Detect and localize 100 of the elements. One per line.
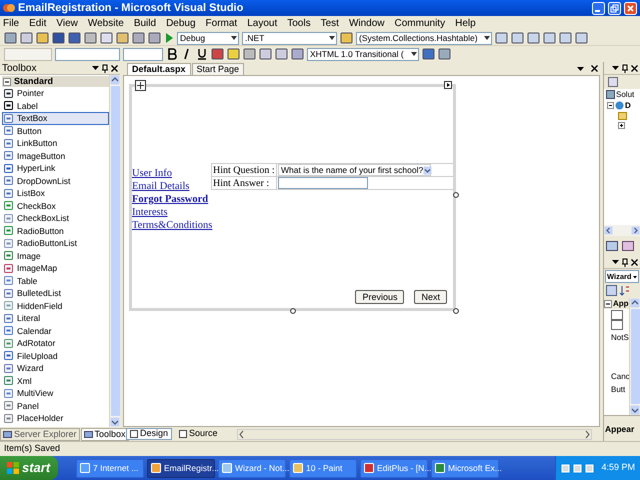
document-tab[interactable]: Start Page: [192, 63, 244, 75]
app-icon: [222, 463, 232, 473]
menu-item[interactable]: Tools: [287, 16, 311, 31]
restore-icon[interactable]: [608, 2, 621, 14]
wizard-step-link[interactable]: Email Details: [132, 180, 211, 193]
toolbox-item[interactable]: Panel: [2, 400, 109, 412]
platform-dropdown[interactable]: .NET: [242, 32, 337, 44]
toolbox-item[interactable]: CheckBox: [2, 200, 109, 212]
horizontal-scrollbar[interactable]: [604, 225, 640, 236]
menu-item[interactable]: Format: [206, 16, 238, 31]
toolbox-item[interactable]: RadioButtonList: [2, 237, 109, 250]
toolbox-item[interactable]: Button: [2, 124, 109, 137]
toolbox-item[interactable]: ImageButton: [2, 150, 109, 162]
horizontal-scrollbar[interactable]: [236, 428, 592, 440]
menu-item[interactable]: File: [3, 16, 20, 31]
menu-item[interactable]: Debug: [166, 16, 196, 31]
tree-item[interactable]: D: [625, 100, 631, 112]
scrollbar[interactable]: [629, 298, 640, 415]
toolbox-item[interactable]: Table: [2, 274, 109, 287]
menu-item[interactable]: Help: [455, 16, 476, 31]
menu-item[interactable]: Test: [320, 16, 339, 31]
combo-text: Debug: [180, 32, 206, 44]
toolbox-item[interactable]: CheckBoxList: [2, 212, 109, 224]
close-icon[interactable]: [631, 64, 638, 72]
menu-item[interactable]: Edit: [29, 16, 46, 31]
pin-icon[interactable]: [622, 64, 628, 72]
view-tab[interactable]: Design: [126, 428, 172, 440]
start-button[interactable]: start: [0, 456, 58, 480]
toolbox-item[interactable]: TextBox: [2, 112, 109, 124]
close-icon[interactable]: [591, 65, 598, 72]
resize-handle-icon[interactable]: [453, 192, 459, 198]
document-tab[interactable]: Default.aspx: [127, 63, 191, 75]
pin-icon[interactable]: [102, 64, 108, 72]
smart-tag-icon[interactable]: [444, 81, 452, 89]
caret-icon[interactable]: [92, 65, 99, 71]
bold-icon[interactable]: [166, 48, 178, 60]
view-tab[interactable]: Source: [175, 428, 222, 440]
menu-item[interactable]: Window: [348, 16, 385, 31]
wizard-step-link[interactable]: Terms&Conditions: [132, 219, 211, 232]
toolbox-item[interactable]: Wizard: [2, 362, 109, 374]
toolbox-item[interactable]: Label: [2, 100, 109, 112]
toolbox-item[interactable]: RadioButton: [2, 224, 109, 237]
expand-icon[interactable]: [618, 122, 625, 129]
toolbox-item[interactable]: HiddenField: [2, 300, 109, 312]
toolbox-item[interactable]: Image: [2, 250, 109, 262]
close-icon[interactable]: [111, 64, 118, 72]
toolbox-item[interactable]: Xml: [2, 374, 109, 387]
wizard-step-link[interactable]: Interests: [132, 206, 211, 219]
toolbox-item[interactable]: DropDownList: [2, 174, 109, 187]
wizard-button[interactable]: Next: [414, 290, 447, 304]
toolbox-item[interactable]: LinkButton: [2, 137, 109, 150]
toolbox-item[interactable]: PlaceHolder: [2, 412, 109, 424]
pin-icon[interactable]: [622, 258, 628, 266]
underline-icon[interactable]: [196, 48, 208, 60]
toolbox-item[interactable]: ListBox: [2, 187, 109, 200]
menu-item[interactable]: Website: [88, 16, 124, 31]
combo-text: .NET: [245, 32, 264, 44]
scrollbar[interactable]: [109, 75, 120, 427]
resize-handle-icon[interactable]: [290, 308, 296, 314]
dock-tab[interactable]: Toolbox: [80, 428, 129, 441]
wizard-button[interactable]: Previous: [355, 290, 404, 304]
caret-icon[interactable]: [612, 259, 619, 265]
answer-field[interactable]: [278, 177, 368, 189]
toolbox-item[interactable]: BulletedList: [2, 287, 109, 300]
sort-icon[interactable]: [619, 285, 630, 296]
menu-item[interactable]: Build: [134, 16, 156, 31]
taskbar-button[interactable]: 7 Internet ...: [76, 458, 144, 478]
caret-icon[interactable]: [577, 66, 584, 72]
question-dropdown[interactable]: What is the name of your first school?: [278, 164, 431, 176]
toolbox-item[interactable]: Pointer: [2, 87, 109, 100]
toolbox-item[interactable]: MultiView: [2, 387, 109, 400]
resize-handle-icon[interactable]: [453, 308, 459, 314]
taskbar-button[interactable]: Microsoft Ex...: [431, 458, 499, 478]
toolbox-item[interactable]: Literal: [2, 312, 109, 324]
menu-item[interactable]: Community: [394, 16, 446, 31]
collapse-icon[interactable]: [604, 300, 612, 308]
dock-tab[interactable]: Server Explorer: [0, 428, 80, 441]
configuration-dropdown[interactable]: Debug: [177, 32, 239, 44]
play-icon[interactable]: [164, 32, 174, 44]
toolbox-item[interactable]: Calendar: [2, 324, 109, 337]
property-value[interactable]: Butt: [604, 384, 629, 396]
caret-icon[interactable]: [612, 65, 619, 71]
property-value[interactable]: NotS: [604, 332, 629, 344]
wizard-step-link[interactable]: Forgot Password: [132, 193, 211, 206]
move-handle-icon[interactable]: [135, 80, 146, 91]
toolbox-item[interactable]: AdRotator: [2, 337, 109, 350]
toolbox-item[interactable]: ImageMap: [2, 262, 109, 274]
close-icon[interactable]: [631, 258, 638, 266]
minimize-icon[interactable]: [592, 2, 605, 14]
scroll-left-icon: [238, 430, 245, 438]
toolbox-item[interactable]: FileUpload: [2, 350, 109, 362]
tree-item[interactable]: Solut: [616, 88, 634, 100]
menu-item[interactable]: View: [56, 16, 78, 31]
taskbar-button[interactable]: 10 - Paint: [289, 458, 357, 478]
doctype-dropdown[interactable]: XHTML 1.0 Transitional (: [307, 48, 419, 60]
menu-item[interactable]: Layout: [247, 16, 278, 31]
wizard-step-link[interactable]: User Info: [132, 167, 211, 180]
group-header[interactable]: Standard: [2, 76, 109, 87]
toolbox-item[interactable]: HyperLink: [2, 162, 109, 174]
collapse-icon[interactable]: [607, 102, 614, 109]
